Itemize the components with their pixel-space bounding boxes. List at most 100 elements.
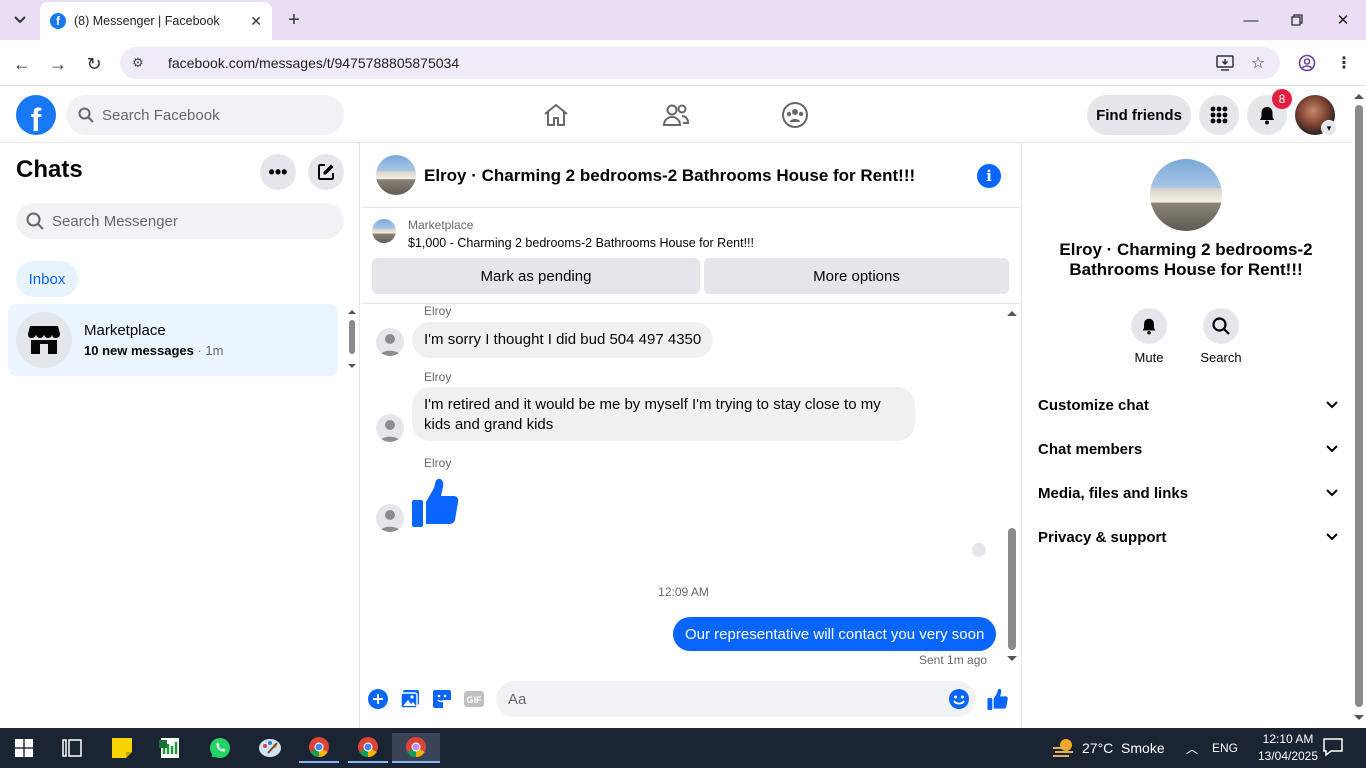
site-settings-icon[interactable]: ⚙ — [132, 55, 152, 71]
mute-action[interactable]: Mute — [1126, 308, 1172, 365]
messenger-search-input[interactable]: Search Messenger — [16, 203, 344, 239]
incoming-message-bubble[interactable]: I'm sorry I thought I did bud 504 497 43… — [412, 322, 714, 358]
clock-date: 13/04/2025 — [1257, 749, 1319, 763]
forward-arrow-icon[interactable]: → — [44, 50, 72, 78]
mute-bell-icon[interactable] — [1131, 308, 1167, 344]
sender-avatar — [376, 328, 404, 356]
chat-item-unread: 10 new messages — [84, 343, 194, 358]
tab-close-icon[interactable]: ✕ — [250, 13, 262, 30]
chat-item-time: 1m — [205, 343, 224, 358]
conversation-scrollbar[interactable] — [1005, 306, 1019, 666]
message-input[interactable]: Aa — [496, 681, 976, 717]
chrome-active-window-icon[interactable] — [392, 733, 440, 763]
chats-title: Chats — [16, 156, 83, 183]
chrome-profile-icon[interactable] — [348, 733, 388, 763]
chat-members-section[interactable]: Chat members — [1038, 427, 1338, 471]
contact-name: Elroy · Charming 2 bedrooms-2 Bathrooms … — [1059, 240, 1313, 279]
tab-list-chevron-icon[interactable] — [8, 8, 32, 32]
show-hidden-icons-chevron-up-icon[interactable]: ︿ — [1186, 740, 1198, 757]
tab-title: (8) Messenger | Facebook — [74, 14, 220, 28]
chats-options-more-icon[interactable]: ••• — [260, 154, 296, 190]
paint-app-icon[interactable] — [250, 733, 290, 763]
privacy-support-section[interactable]: Privacy & support — [1038, 515, 1338, 559]
sender-avatar — [376, 504, 404, 532]
customize-chat-section[interactable]: Customize chat — [1038, 383, 1338, 427]
chrome-icon[interactable] — [299, 733, 339, 763]
minimize-window-icon[interactable]: — — [1228, 6, 1274, 34]
inbox-filter-chip[interactable]: Inbox — [16, 261, 78, 297]
chevron-down-icon — [1326, 445, 1338, 453]
taskbar-clock[interactable]: 12:10 AM 13/04/2025 — [1256, 731, 1320, 765]
contact-profile-image[interactable] — [1150, 159, 1222, 231]
sticker-icon[interactable] — [431, 688, 453, 710]
clock-time: 12:10 AM — [1262, 732, 1314, 746]
more-actions-plus-icon[interactable] — [367, 688, 389, 710]
thumbs-up-sticker-icon[interactable] — [411, 477, 461, 527]
media-files-links-section[interactable]: Media, files and links — [1038, 471, 1338, 515]
conversation-avatar[interactable] — [376, 155, 416, 195]
marketplace-label: Marketplace — [408, 218, 474, 232]
chevron-down-icon — [1326, 401, 1338, 409]
page-scrollbar[interactable] — [1352, 87, 1366, 728]
whatsapp-icon[interactable] — [200, 733, 240, 763]
new-message-compose-icon[interactable] — [308, 154, 344, 190]
search-icon[interactable] — [1203, 308, 1239, 344]
find-friends-button[interactable]: Find friends — [1087, 95, 1191, 135]
facebook-search-placeholder: Search Facebook — [102, 106, 220, 124]
profile-icon[interactable] — [1296, 52, 1318, 74]
notification-count-badge: 8 — [1272, 89, 1292, 109]
new-tab-plus-icon[interactable]: + — [282, 8, 306, 32]
close-window-icon[interactable]: ✕ — [1320, 6, 1366, 34]
input-language[interactable]: ENG — [1212, 741, 1238, 755]
task-view-icon[interactable] — [52, 733, 92, 763]
bookmark-star-icon[interactable]: ☆ — [1247, 52, 1269, 74]
mute-label: Mute — [1134, 350, 1164, 365]
weather-widget[interactable]: 27°C Smoke — [1052, 736, 1165, 760]
home-icon[interactable] — [538, 98, 574, 132]
send-like-thumbs-up-icon[interactable] — [987, 688, 1009, 710]
mark-as-pending-button[interactable]: Mark as pending — [372, 258, 700, 294]
seen-receipt-avatar — [972, 543, 986, 557]
facebook-logo-icon[interactable]: f — [16, 95, 56, 135]
chats-scrollbar[interactable] — [346, 306, 358, 372]
section-label: Customize chat — [1038, 396, 1149, 414]
search-action[interactable]: Search — [1196, 308, 1246, 365]
outgoing-message-bubble[interactable]: Our representative will contact you very… — [673, 617, 997, 651]
weather-text: 27°C Smoke — [1082, 740, 1165, 756]
windows-start-icon[interactable] — [4, 733, 44, 763]
friends-icon[interactable] — [658, 98, 694, 132]
message-timestamp: 12:09 AM — [658, 585, 709, 599]
restore-window-icon[interactable] — [1274, 6, 1320, 34]
browser-tab[interactable]: f (8) Messenger | Facebook ✕ — [40, 2, 272, 40]
install-app-icon[interactable] — [1214, 52, 1236, 74]
url-omnibox[interactable]: ⚙ facebook.com/messages/t/94757888058750… — [120, 47, 1280, 79]
conversation-title[interactable]: Elroy · Charming 2 bedrooms-2 Bathrooms … — [424, 166, 915, 186]
reload-icon[interactable]: ↻ — [80, 50, 108, 78]
chevron-down-icon — [1326, 489, 1338, 497]
attach-photo-icon[interactable] — [399, 688, 421, 710]
incoming-message-bubble[interactable]: I'm retired and it would be me by myself… — [412, 387, 915, 441]
emoji-icon[interactable] — [948, 688, 970, 710]
action-center-icon[interactable] — [1322, 736, 1346, 760]
conversation-info-icon[interactable]: i — [977, 164, 1001, 188]
chat-item-preview: 10 new messages · 1m — [84, 343, 224, 358]
section-label: Media, files and links — [1038, 484, 1189, 502]
section-label: Privacy & support — [1038, 528, 1167, 546]
listing-thumbnail[interactable] — [372, 219, 396, 243]
menu-grid-icon[interactable] — [1199, 95, 1239, 135]
weather-haze-icon — [1053, 739, 1073, 757]
groups-icon[interactable] — [777, 98, 813, 132]
more-options-button[interactable]: More options — [704, 258, 1009, 294]
section-label: Chat members — [1038, 440, 1143, 458]
spreadsheet-app-icon[interactable] — [150, 733, 190, 763]
chat-item-name: Marketplace — [84, 322, 166, 339]
marketplace-store-icon — [16, 312, 72, 368]
listing-title[interactable]: $1,000 - Charming 2 bedrooms-2 Bathrooms… — [408, 236, 754, 250]
browser-menu-kebab-icon[interactable]: ⋮ — [1333, 52, 1355, 74]
gif-icon[interactable]: GIF — [463, 688, 485, 710]
messenger-search-placeholder: Search Messenger — [52, 212, 178, 230]
sticky-notes-icon[interactable] — [102, 733, 142, 763]
facebook-search-input[interactable]: Search Facebook — [66, 95, 344, 135]
account-chevron-down-icon[interactable]: ▾ — [1321, 120, 1337, 136]
back-arrow-icon[interactable]: ← — [8, 50, 36, 78]
